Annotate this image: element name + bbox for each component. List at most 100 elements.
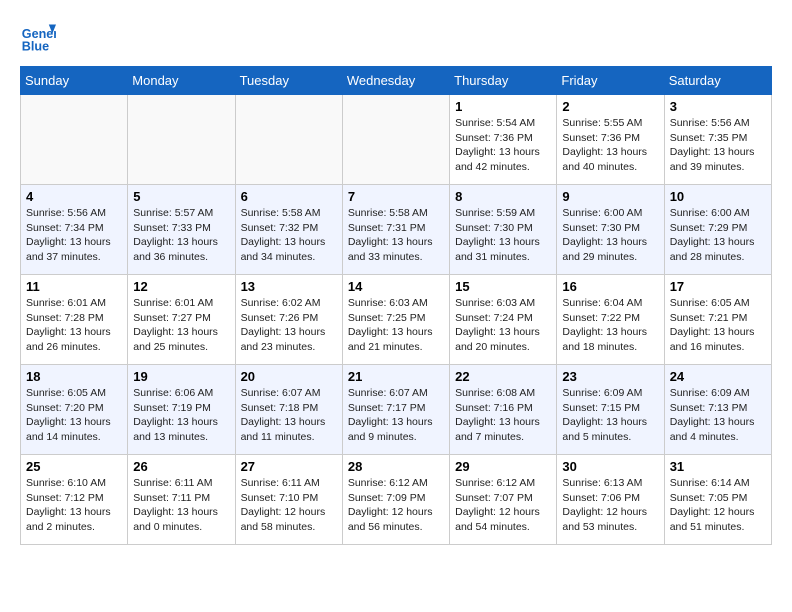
day-info: Sunrise: 6:11 AM Sunset: 7:10 PM Dayligh…	[241, 476, 337, 535]
day-number: 17	[670, 279, 766, 294]
day-number: 6	[241, 189, 337, 204]
day-number: 15	[455, 279, 551, 294]
calendar-cell: 14 Sunrise: 6:03 AM Sunset: 7:25 PM Dayli…	[342, 275, 449, 365]
day-info: Sunrise: 5:58 AM Sunset: 7:31 PM Dayligh…	[348, 206, 444, 265]
day-info: Sunrise: 6:03 AM Sunset: 7:24 PM Dayligh…	[455, 296, 551, 355]
day-info: Sunrise: 5:54 AM Sunset: 7:36 PM Dayligh…	[455, 116, 551, 175]
day-number: 27	[241, 459, 337, 474]
day-number: 5	[133, 189, 229, 204]
day-info: Sunrise: 6:11 AM Sunset: 7:11 PM Dayligh…	[133, 476, 229, 535]
calendar-cell: 31Sunrise: 6:14 AM Sunset: 7:05 PM Dayli…	[664, 455, 771, 545]
day-info: Sunrise: 6:01 AM Sunset: 7:28 PM Dayligh…	[26, 296, 122, 355]
calendar-cell: 21Sunrise: 6:07 AM Sunset: 7:17 PM Dayli…	[342, 365, 449, 455]
day-number: 1	[455, 99, 551, 114]
day-number: 11	[26, 279, 122, 294]
day-info: Sunrise: 5:56 AM Sunset: 7:34 PM Dayligh…	[26, 206, 122, 265]
day-number: 29	[455, 459, 551, 474]
day-number: 30	[562, 459, 658, 474]
header-row: SundayMondayTuesdayWednesdayThursdayFrid…	[21, 67, 772, 95]
calendar-cell: 28Sunrise: 6:12 AM Sunset: 7:09 PM Dayli…	[342, 455, 449, 545]
day-info: Sunrise: 6:07 AM Sunset: 7:18 PM Dayligh…	[241, 386, 337, 445]
day-info: Sunrise: 5:58 AM Sunset: 7:32 PM Dayligh…	[241, 206, 337, 265]
day-header-monday: Monday	[128, 67, 235, 95]
calendar-cell: 19Sunrise: 6:06 AM Sunset: 7:19 PM Dayli…	[128, 365, 235, 455]
calendar-cell: 29Sunrise: 6:12 AM Sunset: 7:07 PM Dayli…	[450, 455, 557, 545]
day-number: 12	[133, 279, 229, 294]
day-header-wednesday: Wednesday	[342, 67, 449, 95]
day-info: Sunrise: 6:10 AM Sunset: 7:12 PM Dayligh…	[26, 476, 122, 535]
day-info: Sunrise: 6:09 AM Sunset: 7:13 PM Dayligh…	[670, 386, 766, 445]
calendar-cell: 11 Sunrise: 6:01 AM Sunset: 7:28 PM Dayli…	[21, 275, 128, 365]
calendar-cell	[128, 95, 235, 185]
calendar-cell: 8 Sunrise: 5:59 AM Sunset: 7:30 PM Daylig…	[450, 185, 557, 275]
calendar-cell	[235, 95, 342, 185]
day-number: 14	[348, 279, 444, 294]
calendar-cell	[21, 95, 128, 185]
day-number: 4	[26, 189, 122, 204]
calendar-cell: 1 Sunrise: 5:54 AM Sunset: 7:36 PM Daylig…	[450, 95, 557, 185]
day-info: Sunrise: 6:12 AM Sunset: 7:09 PM Dayligh…	[348, 476, 444, 535]
day-info: Sunrise: 6:00 AM Sunset: 7:29 PM Dayligh…	[670, 206, 766, 265]
calendar-cell: 5 Sunrise: 5:57 AM Sunset: 7:33 PM Daylig…	[128, 185, 235, 275]
day-info: Sunrise: 6:00 AM Sunset: 7:30 PM Dayligh…	[562, 206, 658, 265]
day-info: Sunrise: 6:01 AM Sunset: 7:27 PM Dayligh…	[133, 296, 229, 355]
calendar-cell: 9Sunrise: 6:00 AM Sunset: 7:30 PM Daylig…	[557, 185, 664, 275]
calendar-cell: 23 Sunrise: 6:09 AM Sunset: 7:15 PM Dayli…	[557, 365, 664, 455]
page-header: General Blue	[20, 20, 772, 56]
calendar-cell: 24 Sunrise: 6:09 AM Sunset: 7:13 PM Dayli…	[664, 365, 771, 455]
day-info: Sunrise: 5:55 AM Sunset: 7:36 PM Dayligh…	[562, 116, 658, 175]
day-number: 23	[562, 369, 658, 384]
day-number: 8	[455, 189, 551, 204]
day-info: Sunrise: 6:08 AM Sunset: 7:16 PM Dayligh…	[455, 386, 551, 445]
day-number: 3	[670, 99, 766, 114]
svg-text:Blue: Blue	[22, 40, 49, 54]
day-number: 25	[26, 459, 122, 474]
day-info: Sunrise: 6:02 AM Sunset: 7:26 PM Dayligh…	[241, 296, 337, 355]
day-info: Sunrise: 5:59 AM Sunset: 7:30 PM Dayligh…	[455, 206, 551, 265]
calendar-cell: 20 Sunrise: 6:07 AM Sunset: 7:18 PM Dayli…	[235, 365, 342, 455]
day-header-sunday: Sunday	[21, 67, 128, 95]
day-number: 10	[670, 189, 766, 204]
calendar-cell: 10 Sunrise: 6:00 AM Sunset: 7:29 PM Dayli…	[664, 185, 771, 275]
day-info: Sunrise: 6:03 AM Sunset: 7:25 PM Dayligh…	[348, 296, 444, 355]
day-header-friday: Friday	[557, 67, 664, 95]
day-number: 22	[455, 369, 551, 384]
day-header-saturday: Saturday	[664, 67, 771, 95]
day-info: Sunrise: 6:05 AM Sunset: 7:21 PM Dayligh…	[670, 296, 766, 355]
day-number: 21	[348, 369, 444, 384]
day-info: Sunrise: 6:13 AM Sunset: 7:06 PM Dayligh…	[562, 476, 658, 535]
day-number: 19	[133, 369, 229, 384]
day-info: Sunrise: 5:56 AM Sunset: 7:35 PM Dayligh…	[670, 116, 766, 175]
logo: General Blue	[20, 20, 60, 56]
day-info: Sunrise: 6:04 AM Sunset: 7:22 PM Dayligh…	[562, 296, 658, 355]
calendar-cell: 3 Sunrise: 5:56 AM Sunset: 7:35 PM Daylig…	[664, 95, 771, 185]
day-info: Sunrise: 5:57 AM Sunset: 7:33 PM Dayligh…	[133, 206, 229, 265]
day-info: Sunrise: 6:09 AM Sunset: 7:15 PM Dayligh…	[562, 386, 658, 445]
day-number: 26	[133, 459, 229, 474]
calendar-cell: 27 Sunrise: 6:11 AM Sunset: 7:10 PM Dayli…	[235, 455, 342, 545]
day-number: 24	[670, 369, 766, 384]
week-row-4: 18 Sunrise: 6:05 AM Sunset: 7:20 PM Dayli…	[21, 365, 772, 455]
week-row-5: 25 Sunrise: 6:10 AM Sunset: 7:12 PM Dayli…	[21, 455, 772, 545]
week-row-3: 11 Sunrise: 6:01 AM Sunset: 7:28 PM Dayli…	[21, 275, 772, 365]
calendar-cell: 15 Sunrise: 6:03 AM Sunset: 7:24 PM Dayli…	[450, 275, 557, 365]
day-header-tuesday: Tuesday	[235, 67, 342, 95]
day-number: 20	[241, 369, 337, 384]
calendar-table: SundayMondayTuesdayWednesdayThursdayFrid…	[20, 66, 772, 545]
week-row-2: 4 Sunrise: 5:56 AM Sunset: 7:34 PM Daylig…	[21, 185, 772, 275]
calendar-cell: 17 Sunrise: 6:05 AM Sunset: 7:21 PM Dayli…	[664, 275, 771, 365]
day-number: 18	[26, 369, 122, 384]
calendar-cell: 16Sunrise: 6:04 AM Sunset: 7:22 PM Dayli…	[557, 275, 664, 365]
day-number: 31	[670, 459, 766, 474]
calendar-cell: 12 Sunrise: 6:01 AM Sunset: 7:27 PM Dayli…	[128, 275, 235, 365]
calendar-cell: 22 Sunrise: 6:08 AM Sunset: 7:16 PM Dayli…	[450, 365, 557, 455]
calendar-cell: 13Sunrise: 6:02 AM Sunset: 7:26 PM Dayli…	[235, 275, 342, 365]
calendar-cell: 2Sunrise: 5:55 AM Sunset: 7:36 PM Daylig…	[557, 95, 664, 185]
logo-icon: General Blue	[20, 20, 56, 56]
calendar-cell: 18 Sunrise: 6:05 AM Sunset: 7:20 PM Dayli…	[21, 365, 128, 455]
week-row-1: 1 Sunrise: 5:54 AM Sunset: 7:36 PM Daylig…	[21, 95, 772, 185]
day-info: Sunrise: 6:05 AM Sunset: 7:20 PM Dayligh…	[26, 386, 122, 445]
calendar-cell: 30 Sunrise: 6:13 AM Sunset: 7:06 PM Dayli…	[557, 455, 664, 545]
calendar-cell: 7Sunrise: 5:58 AM Sunset: 7:31 PM Daylig…	[342, 185, 449, 275]
calendar-cell	[342, 95, 449, 185]
